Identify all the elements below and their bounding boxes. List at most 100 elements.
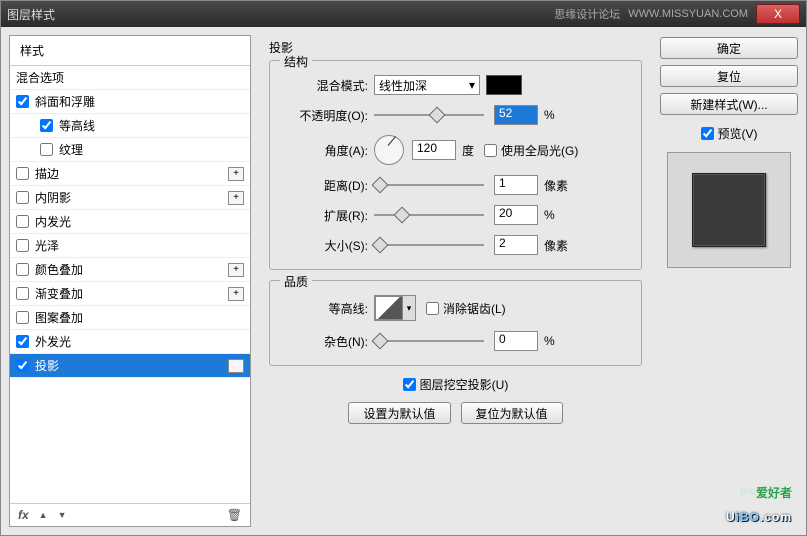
angle-dial[interactable] xyxy=(374,135,404,165)
blend-mode-label: 混合模式: xyxy=(282,77,374,94)
style-item-9[interactable]: 渐变叠加+ xyxy=(10,282,250,306)
contour-label: 等高线: xyxy=(282,300,374,317)
style-item-7[interactable]: 光泽 xyxy=(10,234,250,258)
close-button[interactable]: X xyxy=(756,4,800,24)
global-light-checkbox[interactable]: 使用全局光(G) xyxy=(484,142,578,159)
style-item-4[interactable]: 描边+ xyxy=(10,162,250,186)
spread-unit: % xyxy=(544,208,555,222)
size-input[interactable]: 2 xyxy=(494,235,538,255)
distance-label: 距离(D): xyxy=(282,177,374,194)
reset-default-button[interactable]: 复位为默认值 xyxy=(461,402,563,424)
styles-footer: fx ▲ ▼ 🗑 xyxy=(10,503,250,526)
style-checkbox[interactable] xyxy=(16,95,29,108)
structure-group: 结构 混合模式: 线性加深 ▾ 不透明度(O): 52 % 角度(A xyxy=(269,60,642,270)
style-checkbox[interactable] xyxy=(16,191,29,204)
style-item-8[interactable]: 颜色叠加+ xyxy=(10,258,250,282)
section-title: 投影 xyxy=(269,39,642,56)
distance-input[interactable]: 1 xyxy=(494,175,538,195)
make-default-button[interactable]: 设置为默认值 xyxy=(348,402,450,424)
angle-input[interactable]: 120 xyxy=(412,140,456,160)
size-label: 大小(S): xyxy=(282,237,374,254)
styles-header: 样式 xyxy=(10,36,250,66)
opacity-input[interactable]: 52 xyxy=(494,105,538,125)
action-panel: 确定 复位 新建样式(W)... 预览(V) xyxy=(660,35,798,527)
style-checkbox[interactable] xyxy=(40,119,53,132)
opacity-unit: % xyxy=(544,108,555,122)
angle-unit: 度 xyxy=(462,142,474,159)
style-item-10[interactable]: 图案叠加 xyxy=(10,306,250,330)
style-label: 光泽 xyxy=(35,237,244,254)
titlebar: 图层样式 思缘设计论坛 WWW.MISSYUAN.COM X xyxy=(1,1,806,27)
noise-input[interactable]: 0 xyxy=(494,331,538,351)
chevron-down-icon: ▾ xyxy=(469,78,475,92)
noise-slider[interactable] xyxy=(374,334,484,348)
knockout-checkbox[interactable]: 图层挖空投影(U) xyxy=(403,376,509,393)
window-title: 图层样式 xyxy=(7,6,554,23)
noise-unit: % xyxy=(544,334,555,348)
style-label: 斜面和浮雕 xyxy=(35,93,244,110)
style-checkbox[interactable] xyxy=(16,335,29,348)
style-item-11[interactable]: 外发光 xyxy=(10,330,250,354)
style-item-6[interactable]: 内发光 xyxy=(10,210,250,234)
style-item-12[interactable]: 投影+ xyxy=(10,354,250,378)
ok-button[interactable]: 确定 xyxy=(660,37,798,59)
structure-legend: 结构 xyxy=(280,53,312,70)
spread-slider[interactable] xyxy=(374,208,484,222)
spread-input[interactable]: 20 xyxy=(494,205,538,225)
style-checkbox[interactable] xyxy=(40,143,53,156)
size-slider[interactable] xyxy=(374,238,484,252)
preview-swatch xyxy=(692,173,766,247)
style-checkbox[interactable] xyxy=(16,167,29,180)
antialias-checkbox[interactable]: 消除锯齿(L) xyxy=(426,300,506,317)
add-instance-button[interactable]: + xyxy=(228,359,244,373)
style-label: 颜色叠加 xyxy=(35,261,228,278)
style-label: 混合选项 xyxy=(16,69,244,86)
style-item-2[interactable]: 等高线 xyxy=(10,114,250,138)
move-up-icon[interactable]: ▲ xyxy=(39,510,48,520)
add-instance-button[interactable]: + xyxy=(228,167,244,181)
new-style-button[interactable]: 新建样式(W)... xyxy=(660,93,798,115)
settings-panel: 投影 结构 混合模式: 线性加深 ▾ 不透明度(O): 52 % xyxy=(259,35,652,527)
contour-picker[interactable]: ▾ xyxy=(374,295,416,321)
add-instance-button[interactable]: + xyxy=(228,263,244,277)
style-checkbox[interactable] xyxy=(16,263,29,276)
style-item-0[interactable]: 混合选项 xyxy=(10,66,250,90)
quality-group: 品质 等高线: ▾ 消除锯齿(L) 杂色(N): 0 % xyxy=(269,280,642,366)
style-checkbox[interactable] xyxy=(16,359,29,372)
style-checkbox[interactable] xyxy=(16,311,29,324)
opacity-label: 不透明度(O): xyxy=(282,107,374,124)
style-item-1[interactable]: 斜面和浮雕 xyxy=(10,90,250,114)
style-checkbox[interactable] xyxy=(16,215,29,228)
shadow-color-swatch[interactable] xyxy=(486,75,522,95)
style-label: 投影 xyxy=(35,357,228,374)
distance-slider[interactable] xyxy=(374,178,484,192)
chevron-down-icon: ▾ xyxy=(403,296,415,320)
style-item-5[interactable]: 内阴影+ xyxy=(10,186,250,210)
dialog-body: 样式 混合选项斜面和浮雕等高线纹理描边+内阴影+内发光光泽颜色叠加+渐变叠加+图… xyxy=(1,27,806,535)
move-down-icon[interactable]: ▼ xyxy=(58,510,67,520)
angle-label: 角度(A): xyxy=(282,142,374,159)
style-label: 图案叠加 xyxy=(35,309,244,326)
preview-box xyxy=(667,152,791,268)
preview-checkbox[interactable]: 预览(V) xyxy=(660,125,798,142)
spread-label: 扩展(R): xyxy=(282,207,374,224)
styles-panel: 样式 混合选项斜面和浮雕等高线纹理描边+内阴影+内发光光泽颜色叠加+渐变叠加+图… xyxy=(9,35,251,527)
cancel-button[interactable]: 复位 xyxy=(660,65,798,87)
style-label: 渐变叠加 xyxy=(35,285,228,302)
add-instance-button[interactable]: + xyxy=(228,287,244,301)
opacity-slider[interactable] xyxy=(374,108,484,122)
styles-list: 混合选项斜面和浮雕等高线纹理描边+内阴影+内发光光泽颜色叠加+渐变叠加+图案叠加… xyxy=(10,66,250,503)
layer-style-dialog: 图层样式 思缘设计论坛 WWW.MISSYUAN.COM X 样式 混合选项斜面… xyxy=(0,0,807,536)
forum-url: WWW.MISSYUAN.COM xyxy=(628,8,748,20)
trash-icon[interactable]: 🗑 xyxy=(227,508,242,522)
style-checkbox[interactable] xyxy=(16,287,29,300)
style-label: 外发光 xyxy=(35,333,244,350)
style-checkbox[interactable] xyxy=(16,239,29,252)
contour-thumb xyxy=(375,296,403,320)
blend-mode-select[interactable]: 线性加深 ▾ xyxy=(374,75,480,95)
distance-unit: 像素 xyxy=(544,177,568,194)
style-label: 内阴影 xyxy=(35,189,228,206)
style-item-3[interactable]: 纹理 xyxy=(10,138,250,162)
add-instance-button[interactable]: + xyxy=(228,191,244,205)
fx-menu[interactable]: fx xyxy=(18,508,29,522)
